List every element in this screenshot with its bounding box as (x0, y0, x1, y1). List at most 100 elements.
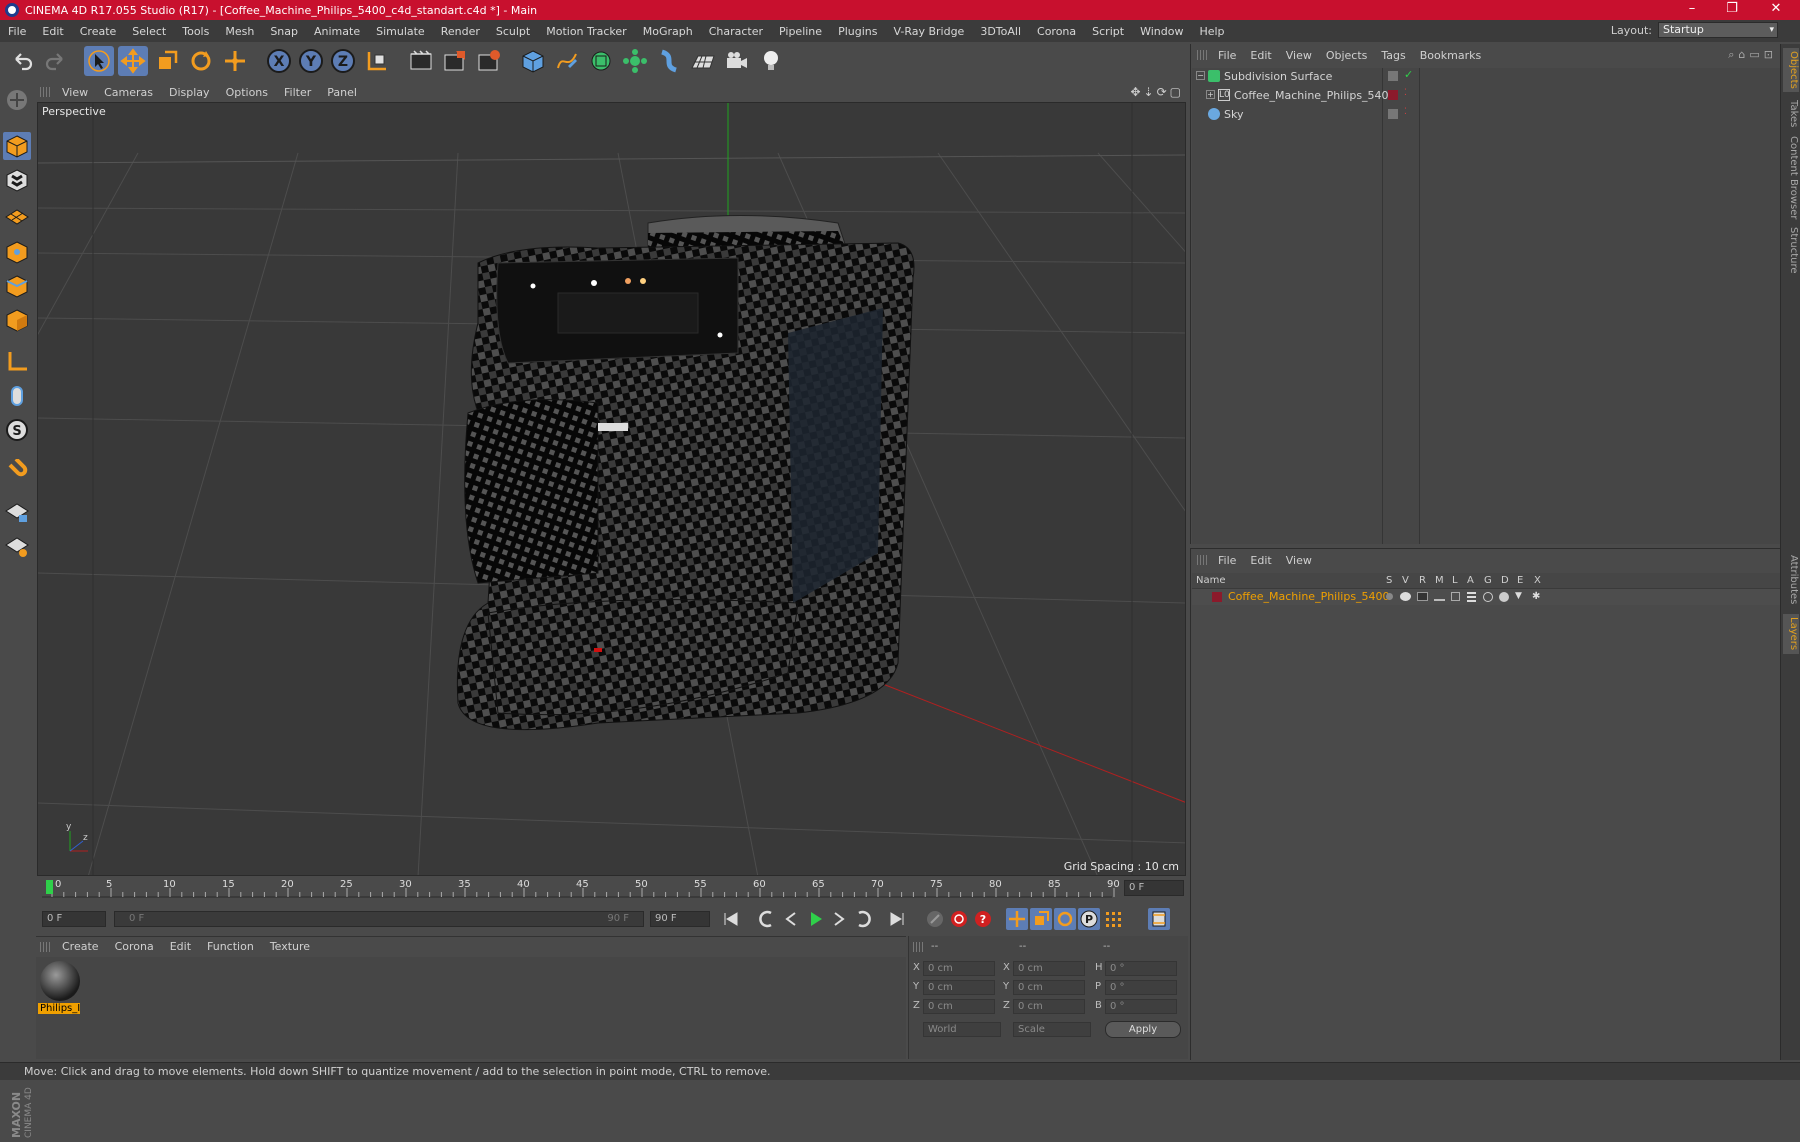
points-mode-icon[interactable] (3, 238, 31, 266)
generators-icon[interactable] (1483, 592, 1493, 602)
tab-layers[interactable]: Layers (1783, 614, 1799, 654)
keyframe-selection-icon[interactable]: ? (972, 908, 994, 930)
object-menu-tags[interactable]: Tags (1374, 49, 1412, 62)
editor-visibility-icon[interactable] (1388, 71, 1398, 81)
object-menu-bookmarks[interactable]: Bookmarks (1413, 49, 1488, 62)
size-mode-dropdown[interactable]: Scale (1013, 1022, 1091, 1037)
material-menu-create[interactable]: Create (54, 940, 107, 953)
pos-x-field[interactable]: 0 cm (923, 961, 995, 976)
play-icon[interactable] (804, 908, 826, 930)
viewport-menu-panel[interactable]: Panel (319, 86, 365, 99)
object-name[interactable]: Coffee_Machine_Philips_5400 (1234, 89, 1396, 102)
cube-primitive-icon[interactable] (518, 46, 548, 76)
pos-z-field[interactable]: 0 cm (923, 999, 995, 1014)
xrefs-icon[interactable]: ✱ (1532, 591, 1540, 602)
object-row[interactable]: Sky ⁚ (1192, 106, 1780, 124)
menu-animate[interactable]: Animate (306, 25, 368, 38)
menu-character[interactable]: Character (701, 25, 771, 38)
viewport-menu-view[interactable]: View (54, 86, 96, 99)
material-name-label[interactable]: Philips_I (38, 1003, 80, 1014)
object-row[interactable]: + L0 Coffee_Machine_Philips_5400 ⁚ (1192, 87, 1780, 105)
next-key-icon[interactable] (852, 908, 874, 930)
expressions-icon[interactable]: ▼ (1515, 591, 1522, 601)
enabled-check-icon[interactable]: ✓ (1404, 68, 1413, 81)
viewport-menu-cameras[interactable]: Cameras (96, 86, 161, 99)
rot-h-field[interactable]: 0 ° (1105, 961, 1177, 976)
menu-simulate[interactable]: Simulate (368, 25, 433, 38)
material-menu-corona[interactable]: Corona (107, 940, 162, 953)
render-picture-viewer-icon[interactable] (440, 46, 470, 76)
y-axis-icon[interactable]: Y (296, 46, 326, 76)
tab-takes[interactable]: Takes (1783, 96, 1799, 132)
object-manager-toolbar-icons[interactable]: ⌕⌂▭⊡ (1728, 48, 1777, 62)
scale-icon[interactable] (152, 46, 182, 76)
size-x-field[interactable]: 0 cm (1013, 961, 1085, 976)
object-menu-edit[interactable]: Edit (1243, 49, 1278, 62)
coordinate-mode-dropdown[interactable]: World (923, 1022, 1001, 1037)
object-name[interactable]: Sky (1224, 108, 1243, 121)
layer-name[interactable]: Coffee_Machine_Philips_5400 (1228, 590, 1390, 603)
key-position-icon[interactable] (1006, 908, 1028, 930)
layer-menu-view[interactable]: View (1279, 554, 1319, 567)
make-editable-icon[interactable] (3, 86, 31, 114)
viewport-menu-display[interactable]: Display (161, 86, 218, 99)
viewport-nav-icons[interactable]: ✥⇣⟳▢ (1130, 85, 1184, 99)
menu-mesh[interactable]: Mesh (217, 25, 262, 38)
menu-window[interactable]: Window (1132, 25, 1191, 38)
menu-snap[interactable]: Snap (262, 25, 306, 38)
key-pla-icon[interactable] (1102, 908, 1124, 930)
rot-p-field[interactable]: 0 ° (1105, 980, 1177, 995)
menu-sculpt[interactable]: Sculpt (488, 25, 538, 38)
menu-vray-bridge[interactable]: V-Ray Bridge (885, 25, 972, 38)
menu-motion-tracker[interactable]: Motion Tracker (538, 25, 634, 38)
polygons-mode-icon[interactable] (3, 306, 31, 334)
texture-mode-icon[interactable] (3, 166, 31, 194)
autokey-icon[interactable] (948, 908, 970, 930)
menu-mograph[interactable]: MoGraph (635, 25, 701, 38)
previous-frame-icon[interactable] (780, 908, 802, 930)
menu-file[interactable]: File (0, 25, 34, 38)
restore-button[interactable]: ❐ (1712, 0, 1752, 20)
end-frame-field[interactable]: 90 F (650, 911, 710, 927)
material-preview-sphere[interactable] (40, 961, 80, 1001)
layout-dropdown[interactable]: Startup ▾ (1658, 22, 1778, 38)
locked-workplane-icon[interactable] (3, 498, 31, 526)
key-scale-icon[interactable] (1030, 908, 1052, 930)
object-menu-file[interactable]: File (1211, 49, 1243, 62)
size-z-field[interactable]: 0 cm (1013, 999, 1085, 1014)
current-frame-field[interactable]: 0 F (1124, 880, 1184, 896)
coordinate-system-icon[interactable] (362, 46, 392, 76)
move-icon[interactable] (118, 46, 148, 76)
frame-range-slider[interactable]: 0 F 90 F (114, 911, 644, 927)
select-arrow-icon[interactable] (84, 46, 114, 76)
perspective-viewport[interactable]: y z Perspective Grid Spacing : 10 cm (37, 102, 1186, 876)
size-y-field[interactable]: 0 cm (1013, 980, 1085, 995)
viewport-menu-filter[interactable]: Filter (276, 86, 319, 99)
x-axis-icon[interactable]: X (264, 46, 294, 76)
deformer-icon[interactable] (654, 46, 684, 76)
menu-script[interactable]: Script (1084, 25, 1132, 38)
menu-select[interactable]: Select (124, 25, 174, 38)
go-to-start-icon[interactable] (720, 908, 742, 930)
tab-attributes[interactable]: Attributes (1783, 550, 1799, 610)
start-frame-field[interactable]: 0 F (42, 911, 106, 927)
visible-eye-icon[interactable] (1400, 592, 1411, 601)
playhead-marker[interactable] (46, 880, 53, 894)
menu-create[interactable]: Create (72, 25, 125, 38)
rot-b-field[interactable]: 0 ° (1105, 999, 1177, 1014)
redo-icon[interactable] (40, 46, 70, 76)
key-rotation-icon[interactable] (1054, 908, 1076, 930)
planar-workplane-icon[interactable] (3, 532, 31, 560)
visibility-dots-icon[interactable]: ⁚ (1404, 107, 1407, 117)
record-keys-icon[interactable] (924, 908, 946, 930)
object-menu-view[interactable]: View (1279, 49, 1319, 62)
next-frame-icon[interactable] (828, 908, 850, 930)
camera-icon[interactable] (722, 46, 752, 76)
snap-magnet-icon[interactable] (3, 458, 31, 486)
tab-objects[interactable]: Objects (1783, 48, 1799, 92)
timeline-ruler[interactable]: 0 5 10 15 20 25 30 35 40 45 50 55 60 65 … (36, 878, 1188, 898)
minimize-button[interactable]: – (1672, 0, 1712, 20)
undo-icon[interactable] (8, 46, 38, 76)
render-icon[interactable] (1417, 592, 1428, 601)
tweak-mode-icon[interactable] (3, 382, 31, 410)
